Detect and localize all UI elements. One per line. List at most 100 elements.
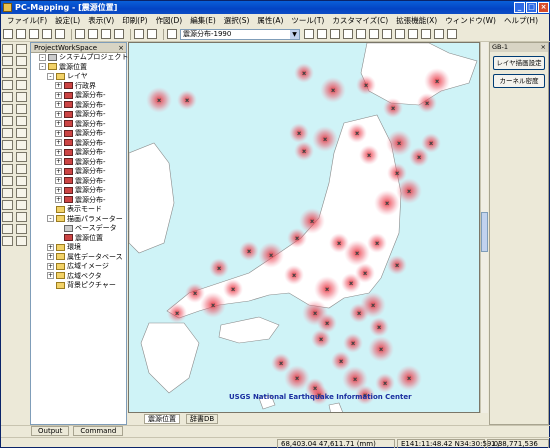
layer-up-icon[interactable] (356, 29, 366, 39)
expand-icon[interactable]: + (55, 120, 62, 127)
copy-icon[interactable] (88, 29, 98, 39)
info-tool-icon[interactable] (16, 176, 27, 186)
refresh-icon[interactable] (434, 29, 444, 39)
expand-icon[interactable]: + (55, 167, 62, 175)
copy-tool-icon[interactable] (2, 152, 13, 162)
menu-item-0[interactable]: ファイル(F) (3, 15, 51, 26)
tree-node[interactable]: ベースデータ (31, 224, 126, 234)
collapse-icon[interactable]: - (47, 215, 54, 222)
rect-tool-icon[interactable] (16, 104, 27, 114)
print-tool-icon[interactable] (16, 224, 27, 234)
query-tool-icon[interactable] (2, 176, 13, 186)
layer-draw-settings-button[interactable]: レイヤ描画設定 (493, 56, 545, 70)
print-icon[interactable] (42, 29, 52, 39)
zoom-in-tool-icon[interactable] (2, 56, 13, 66)
tree-node[interactable]: + 震源分布- (31, 91, 126, 101)
buffer-tool-icon[interactable] (16, 164, 27, 174)
cut-icon[interactable] (75, 29, 85, 39)
tree-node[interactable]: + 震源分布- (31, 167, 126, 177)
help-icon[interactable] (447, 29, 457, 39)
layer-tool-icon[interactable] (2, 188, 13, 198)
polygon-tool-icon[interactable] (2, 104, 13, 114)
pan-tool-icon[interactable] (2, 68, 13, 78)
tab-dictionary-db[interactable]: 辞書DB (186, 413, 219, 424)
expand-icon[interactable]: + (55, 110, 62, 118)
expand-icon[interactable]: + (55, 158, 62, 165)
layer-down-icon[interactable] (369, 29, 379, 39)
tab-epicenter[interactable]: 震源位置 (144, 413, 180, 424)
collapse-icon[interactable]: - (39, 53, 46, 61)
grid-tool-icon[interactable] (16, 212, 27, 222)
chevron-down-icon[interactable]: ▼ (290, 29, 299, 39)
circle-tool-icon[interactable] (2, 116, 13, 126)
tree-node[interactable]: + 広域イメージ (31, 262, 126, 272)
expand-icon[interactable]: + (47, 243, 54, 251)
expand-icon[interactable]: + (47, 272, 54, 279)
tree-node[interactable]: + 行政界 (31, 82, 126, 92)
collapse-icon[interactable]: - (47, 72, 54, 80)
menu-item-4[interactable]: 作図(D) (152, 15, 187, 26)
measure-tool-icon[interactable] (16, 116, 27, 126)
open-icon[interactable] (16, 29, 26, 39)
layer-list-icon[interactable] (317, 29, 327, 39)
split-tool-icon[interactable] (2, 164, 13, 174)
menu-item-5[interactable]: 編集(E) (186, 15, 220, 26)
layer-icon[interactable] (167, 29, 177, 39)
menu-item-9[interactable]: カスタマイズ(C) (328, 15, 392, 26)
close-button[interactable]: × (538, 2, 549, 13)
maximize-button[interactable]: □ (526, 2, 537, 13)
tree-node[interactable]: + 震源分布- (31, 129, 126, 139)
map-view[interactable]: × × × × × × × × × × × × × × × × × × × × × × × × × × × × × × × × × × × × × × × ×… (128, 42, 480, 413)
tree-node[interactable]: + 属性データベース (31, 253, 126, 263)
undo-icon[interactable] (134, 29, 144, 39)
tree-node[interactable]: + 震源分布- (31, 120, 126, 130)
layer-delete-icon[interactable] (343, 29, 353, 39)
menu-item-2[interactable]: 表示(V) (84, 15, 118, 26)
tree-node[interactable]: 震源位置 (31, 234, 126, 244)
preview-icon[interactable] (55, 29, 65, 39)
tree-node[interactable]: + 震源分布- (31, 196, 126, 206)
menu-item-8[interactable]: ツール(T) (287, 15, 328, 26)
tree-node[interactable]: + 震源分布- (31, 148, 126, 158)
area-tool-icon[interactable] (2, 80, 13, 90)
tree-node[interactable]: + 広域ベクタ (31, 272, 126, 282)
menu-item-12[interactable]: ヘルプ(H) (500, 15, 542, 26)
image-tool-icon[interactable] (2, 200, 13, 210)
attr-tool-icon[interactable] (16, 188, 27, 198)
layer-lock-icon[interactable] (382, 29, 392, 39)
map-vertical-scrollbar[interactable] (480, 42, 488, 413)
rotate-tool-icon[interactable] (2, 140, 13, 150)
tree-node[interactable]: + 震源分布- (31, 139, 126, 149)
collapse-icon[interactable]: - (39, 63, 46, 70)
pointer-tool-icon[interactable] (16, 44, 27, 54)
expand-icon[interactable]: + (55, 196, 62, 203)
kernel-density-button[interactable]: カーネル密度 (493, 74, 545, 88)
tree-node[interactable]: 表示モード (31, 205, 126, 215)
layer-visible-icon[interactable] (395, 29, 405, 39)
point-tool-icon[interactable] (2, 92, 13, 102)
paste-icon[interactable] (101, 29, 111, 39)
tree-node[interactable]: - システムプロジェクト (31, 53, 128, 63)
expand-icon[interactable]: + (47, 262, 54, 270)
scroll-thumb[interactable] (481, 212, 488, 252)
tree-node[interactable]: 背景ピクチャー (31, 281, 126, 291)
expand-icon[interactable]: + (55, 139, 62, 146)
fit-tool-icon[interactable] (16, 68, 27, 78)
expand-icon[interactable]: + (55, 91, 62, 99)
tree-node[interactable]: + 震源分布- (31, 177, 126, 187)
zoom-out-tool-icon[interactable] (16, 56, 27, 66)
expand-icon[interactable]: + (55, 129, 62, 137)
map-canvas[interactable]: × × × × × × × × × × × × × × × × × × × × × × × × × × × × × × × × × × × × × × × ×… (129, 43, 480, 413)
tree-node[interactable]: + 震源分布- (31, 110, 126, 120)
merge-tool-icon[interactable] (16, 152, 27, 162)
tab-command[interactable]: Command (73, 426, 124, 436)
expand-icon[interactable]: + (55, 101, 62, 108)
menu-item-3[interactable]: 印刷(P) (118, 15, 151, 26)
vector-tool-icon[interactable] (16, 200, 27, 210)
save-icon[interactable] (29, 29, 39, 39)
grid-icon[interactable] (408, 29, 418, 39)
expand-icon[interactable]: + (55, 148, 62, 156)
import-tool-icon[interactable] (16, 236, 27, 246)
close-icon[interactable]: × (541, 43, 546, 52)
move-tool-icon[interactable] (16, 128, 27, 138)
